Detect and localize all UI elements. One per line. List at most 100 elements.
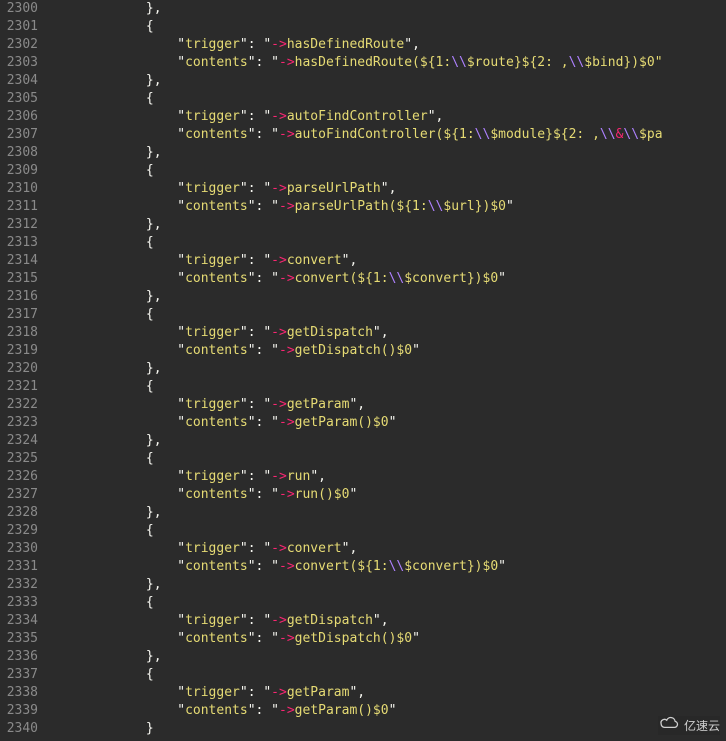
code-token: parseUrlPath(${1: <box>295 199 428 214</box>
code-token: getDispatch()$0 <box>295 343 412 358</box>
brace-open: { <box>146 307 154 322</box>
code-token: convert(${1: <box>295 559 389 574</box>
code-content: }, <box>48 0 726 18</box>
code-content: "contents": "->hasDefinedRoute(${1:\\$ro… <box>48 54 726 72</box>
code-line[interactable]: 2319 "contents": "->getDispatch()$0" <box>0 342 726 360</box>
json-key: trigger <box>185 469 240 484</box>
brace-open: { <box>146 667 154 682</box>
code-line[interactable]: 2303 "contents": "->hasDefinedRoute(${1:… <box>0 54 726 72</box>
code-line[interactable]: 2313 { <box>0 234 726 252</box>
line-number: 2318 <box>0 324 48 342</box>
json-key: contents <box>185 127 248 142</box>
code-line[interactable]: 2324 }, <box>0 432 726 450</box>
code-line[interactable]: 2305 { <box>0 90 726 108</box>
code-line[interactable]: 2323 "contents": "->getParam()$0" <box>0 414 726 432</box>
line-number: 2326 <box>0 468 48 486</box>
code-token: -> <box>279 487 295 502</box>
code-token: \\ <box>569 55 585 70</box>
code-line[interactable]: 2312 }, <box>0 216 726 234</box>
brace-close: }, <box>146 1 162 16</box>
code-content: "trigger": "->getParam", <box>48 396 726 414</box>
code-line[interactable]: 2330 "trigger": "->convert", <box>0 540 726 558</box>
code-line[interactable]: 2332 }, <box>0 576 726 594</box>
code-line[interactable]: 2339 "contents": "->getParam()$0" <box>0 702 726 720</box>
code-line[interactable]: 2300 }, <box>0 0 726 18</box>
code-line[interactable]: 2304 }, <box>0 72 726 90</box>
code-line[interactable]: 2340 } <box>0 720 726 738</box>
code-token: $module}${2: , <box>490 127 600 142</box>
code-line[interactable]: 2335 "contents": "->getDispatch()$0" <box>0 630 726 648</box>
code-token: \\ <box>389 271 405 286</box>
json-key: trigger <box>185 37 240 52</box>
code-line[interactable]: 2326 "trigger": "->run", <box>0 468 726 486</box>
brace-close: }, <box>146 217 162 232</box>
line-number: 2303 <box>0 54 48 72</box>
code-line[interactable]: 2333 { <box>0 594 726 612</box>
code-token: \\ <box>475 127 491 142</box>
json-key: contents <box>185 631 248 646</box>
code-line[interactable]: 2331 "contents": "->convert(${1:\\$conve… <box>0 558 726 576</box>
code-content: { <box>48 378 726 396</box>
code-line[interactable]: 2311 "contents": "->parseUrlPath(${1:\\$… <box>0 198 726 216</box>
code-line[interactable]: 2325 { <box>0 450 726 468</box>
brace-open: { <box>146 451 154 466</box>
line-number: 2316 <box>0 288 48 306</box>
code-line[interactable]: 2327 "contents": "->run()$0" <box>0 486 726 504</box>
code-line[interactable]: 2301 { <box>0 18 726 36</box>
code-content: }, <box>48 432 726 450</box>
code-token: -> <box>279 631 295 646</box>
code-editor[interactable]: 2300 },2301 {2302 "trigger": "->hasDefin… <box>0 0 726 741</box>
code-content: "trigger": "->convert", <box>48 252 726 270</box>
code-line[interactable]: 2322 "trigger": "->getParam", <box>0 396 726 414</box>
brace-close: }, <box>146 433 162 448</box>
code-line[interactable]: 2315 "contents": "->convert(${1:\\$conve… <box>0 270 726 288</box>
json-key: contents <box>185 271 248 286</box>
line-number: 2314 <box>0 252 48 270</box>
code-content: "contents": "->getParam()$0" <box>48 414 726 432</box>
line-number: 2338 <box>0 684 48 702</box>
code-line[interactable]: 2329 { <box>0 522 726 540</box>
code-content: } <box>48 720 726 738</box>
code-line[interactable]: 2310 "trigger": "->parseUrlPath", <box>0 180 726 198</box>
code-line[interactable]: 2316 }, <box>0 288 726 306</box>
json-key: contents <box>185 703 248 718</box>
code-line[interactable]: 2328 }, <box>0 504 726 522</box>
code-line[interactable]: 2337 { <box>0 666 726 684</box>
code-content: { <box>48 666 726 684</box>
code-content: "trigger": "->convert", <box>48 540 726 558</box>
line-number: 2339 <box>0 702 48 720</box>
code-content: "contents": "->getDispatch()$0" <box>48 630 726 648</box>
code-line[interactable]: 2307 "contents": "->autoFindController($… <box>0 126 726 144</box>
code-line[interactable]: 2308 }, <box>0 144 726 162</box>
code-line[interactable]: 2309 { <box>0 162 726 180</box>
line-number: 2302 <box>0 36 48 54</box>
code-token: -> <box>279 127 295 142</box>
code-line[interactable]: 2317 { <box>0 306 726 324</box>
code-line[interactable]: 2336 }, <box>0 648 726 666</box>
code-line[interactable]: 2302 "trigger": "->hasDefinedRoute", <box>0 36 726 54</box>
line-number: 2300 <box>0 0 48 18</box>
code-line[interactable]: 2338 "trigger": "->getParam", <box>0 684 726 702</box>
brace-close: }, <box>146 289 162 304</box>
code-token: -> <box>271 397 287 412</box>
code-line[interactable]: 2318 "trigger": "->getDispatch", <box>0 324 726 342</box>
code-content: "trigger": "->getDispatch", <box>48 324 726 342</box>
code-line[interactable]: 2306 "trigger": "->autoFindController", <box>0 108 726 126</box>
code-token: -> <box>271 541 287 556</box>
line-number: 2309 <box>0 162 48 180</box>
json-key: contents <box>185 55 248 70</box>
json-key: trigger <box>185 613 240 628</box>
line-number: 2320 <box>0 360 48 378</box>
code-content: }, <box>48 360 726 378</box>
line-number: 2301 <box>0 18 48 36</box>
code-token: \\ <box>389 559 405 574</box>
line-number: 2323 <box>0 414 48 432</box>
code-line[interactable]: 2320 }, <box>0 360 726 378</box>
code-line[interactable]: 2334 "trigger": "->getDispatch", <box>0 612 726 630</box>
json-key: trigger <box>185 253 240 268</box>
code-content: "trigger": "->getDispatch", <box>48 612 726 630</box>
code-line[interactable]: 2321 { <box>0 378 726 396</box>
brace-close: }, <box>146 505 162 520</box>
code-token: getParam <box>287 397 350 412</box>
code-line[interactable]: 2314 "trigger": "->convert", <box>0 252 726 270</box>
